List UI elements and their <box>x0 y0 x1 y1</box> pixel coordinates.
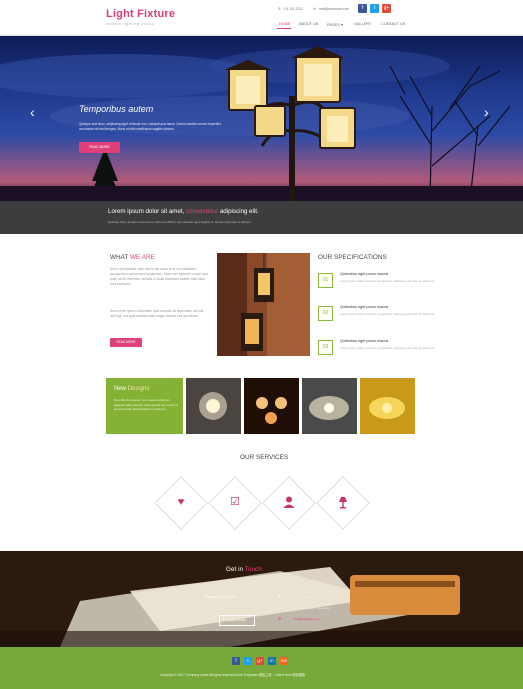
gallery-image[interactable] <box>244 378 299 434</box>
banner-title-part: Lorem ipsum dolor sit amet, <box>108 208 185 215</box>
nav-pages[interactable]: PAGES ▾ <box>327 22 343 27</box>
nav-active-indicator <box>277 28 291 29</box>
hero-slider <box>0 36 523 201</box>
contact-address: 123 Main Street, City Name <box>293 606 330 610</box>
banner-title-highlight: consectetur <box>186 208 219 215</box>
facebook-icon[interactable]: f <box>232 657 240 665</box>
banner-subtitle: Quisque tortor semper elementum velit se… <box>108 220 252 224</box>
about-paragraph-1: Sed ut perspiciatis unde omnis iste natu… <box>110 267 208 286</box>
new-designs-heading-highlight: Designs <box>127 386 150 392</box>
specs-heading: OUR SPECIFICATIONS <box>318 254 387 261</box>
contact-label: Ready to Buy us? <box>205 594 237 599</box>
mail-icon: ✉ <box>313 7 316 11</box>
linkedin-icon[interactable]: in <box>268 657 276 665</box>
spec-title: Quisedius eget purus mauris <box>340 305 389 309</box>
twitter-icon[interactable]: t <box>370 4 379 13</box>
site-header <box>0 0 523 36</box>
contact-heading: Get in Touch <box>226 566 262 573</box>
mail-icon: ✉ <box>278 616 282 621</box>
about-heading-part: WHAT <box>110 254 129 261</box>
about-lantern-image <box>217 253 310 356</box>
header-phone: +11 111 2222 <box>283 7 304 11</box>
gallery-image[interactable] <box>186 378 241 434</box>
hero-image <box>0 46 523 201</box>
about-paragraph-2: Nemo enim ipsam voluptatem quia voluptas… <box>110 309 204 318</box>
nav-home[interactable]: HOME <box>279 22 290 26</box>
contact-heading-highlight: Touch <box>244 566 262 573</box>
google-plus-icon[interactable]: g+ <box>256 657 264 665</box>
gallery-image[interactable] <box>360 378 415 434</box>
new-designs-heading-part: New <box>114 386 127 392</box>
lamp-icon <box>336 495 350 509</box>
nav-about[interactable]: ABOUT US <box>299 22 318 26</box>
contact-heading-part: Get in <box>226 566 244 573</box>
banner-title-part: adipiscing elit. <box>219 208 259 215</box>
header-email[interactable]: mail@example.com <box>319 7 349 11</box>
hero-next-arrow[interactable]: › <box>484 104 489 120</box>
phone-icon: ✆ <box>278 7 281 11</box>
new-designs-text: Nam libero tempore, cum soluta nobis est… <box>114 398 178 412</box>
location-icon: ⌂ <box>278 605 281 610</box>
new-designs-heading: New Designs <box>114 386 149 392</box>
user-icon <box>282 495 296 509</box>
copyright-text: Copyright © 2017 Company name All rights… <box>160 673 306 677</box>
site-logo[interactable]: Light Fixture <box>106 8 175 20</box>
contact-read-more-button[interactable]: READ MORE <box>219 615 255 626</box>
rss-icon[interactable]: rss <box>280 657 288 665</box>
spec-text: Lorem ipsum dolor sit amet consectetur a… <box>340 346 435 350</box>
google-plus-icon[interactable]: g+ <box>382 4 391 13</box>
checkbox-icon: ☑ <box>230 496 240 508</box>
phone-icon: ✆ <box>278 594 282 599</box>
nav-contact[interactable]: CONTACT US <box>381 22 405 26</box>
about-heading-highlight: WE ARE <box>130 254 155 261</box>
about-read-more-button[interactable]: READ MORE <box>110 338 142 347</box>
about-heading: WHAT WE ARE <box>110 254 155 261</box>
contact-email[interactable]: mail@example.com <box>293 617 319 621</box>
facebook-icon[interactable]: f <box>358 4 367 13</box>
banner-title: Lorem ipsum dolor sit amet, consectetur … <box>108 208 259 215</box>
hero-read-more-button[interactable]: READ MORE <box>79 142 120 153</box>
spec-text: Lorem ipsum dolor sit amet consectetur a… <box>340 312 435 316</box>
services-heading: OUR SERVICES <box>240 454 289 461</box>
gallery-image[interactable] <box>302 378 357 434</box>
hero-text: Quisque sed nunc, adipiscing eget vehicu… <box>79 122 221 131</box>
heart-icon: ♥ <box>177 496 185 508</box>
banner-strip <box>0 201 523 234</box>
hero-prev-arrow[interactable]: ‹ <box>30 104 35 120</box>
nav-gallery[interactable]: GALLERY <box>354 22 371 26</box>
spec-number: 03 <box>318 340 333 355</box>
spec-text: Lorem ipsum dolor sit amet consectetur a… <box>340 279 435 283</box>
spec-number: 01 <box>318 273 333 288</box>
spec-number: 02 <box>318 306 333 321</box>
hero-title: Temporibus autem <box>79 104 154 114</box>
spec-title: Quisedius eget purus mauris <box>340 272 389 276</box>
site-footer <box>0 647 523 689</box>
spec-title: Quisedius eget purus mauris <box>340 339 389 343</box>
contact-phone: +11 111 2222 333 <box>293 595 317 599</box>
twitter-icon[interactable]: t <box>244 657 252 665</box>
site-tagline: modern lighting studio <box>106 22 155 26</box>
